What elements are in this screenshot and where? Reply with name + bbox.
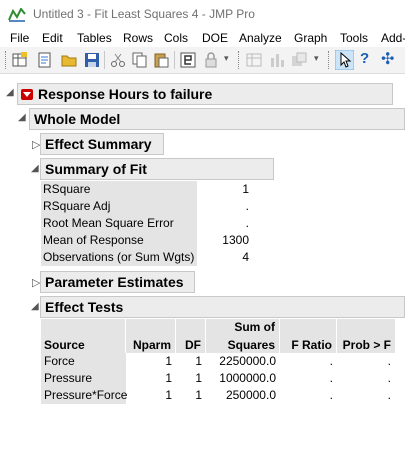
response-outline-header[interactable]: Response Hours to failure	[17, 83, 393, 105]
paste-icon[interactable]	[153, 52, 169, 68]
collapse-triangle-icon[interactable]: ◢	[6, 87, 14, 98]
table-cell-df: 1	[195, 354, 202, 368]
window-title: Untitled 3 - Fit Least Squares 4 - JMP P…	[33, 7, 255, 21]
collapse-triangle-icon[interactable]: ◢	[18, 112, 26, 123]
table-cell-ss: 1000000.0	[219, 371, 276, 385]
col-header-f-ratio: F Ratio	[280, 319, 337, 353]
collapse-triangle-icon[interactable]: ◢	[31, 163, 39, 174]
summary-of-fit-table: RSquare 1 RSquare Adj . Root Mean Square…	[41, 181, 261, 267]
bar-chart-icon[interactable]	[269, 52, 285, 68]
menu-bar: File Edit Tables Rows Cols DOE Analyze G…	[0, 30, 405, 47]
table-cell-fratio: .	[329, 371, 333, 385]
menu-analyze[interactable]: Analyze	[239, 31, 282, 45]
toolbar: ▾ ▾ ? ✣	[0, 47, 405, 74]
table-cell-ss: 2250000.0	[219, 354, 276, 368]
menu-file[interactable]: File	[10, 31, 29, 45]
fit-value-rsquare-adj: .	[245, 199, 249, 213]
toolbar-grip[interactable]	[5, 51, 8, 69]
table-row-source: Pressure*Force	[41, 387, 127, 404]
data-grid-icon[interactable]	[246, 52, 262, 68]
col-header-prob-f: Prob > F	[337, 319, 395, 353]
menu-rows[interactable]: Rows	[123, 31, 153, 45]
table-cell-df: 1	[195, 388, 202, 402]
col-header-sum-of-squares: Sum of Squares	[206, 319, 280, 353]
graph-builder-icon[interactable]	[291, 52, 307, 68]
lock-icon[interactable]	[203, 52, 219, 68]
effect-summary-title: Effect Summary	[45, 136, 152, 152]
whole-model-header[interactable]: Whole Model	[29, 108, 405, 130]
fit-label-mean-response: Mean of Response	[41, 232, 197, 249]
fit-value-rmse: .	[245, 216, 249, 230]
summary-of-fit-title: Summary of Fit	[45, 161, 147, 177]
title-bar: Untitled 3 - Fit Least Squares 4 - JMP P…	[0, 0, 405, 30]
menu-edit[interactable]: Edit	[42, 31, 63, 45]
summary-of-fit-header[interactable]: Summary of Fit	[40, 158, 274, 180]
toolbar-separator	[104, 51, 105, 69]
table-row-source: Pressure	[41, 370, 126, 387]
fit-value-rsquare: 1	[242, 182, 249, 196]
crosshair-icon[interactable]: ✣	[381, 49, 397, 68]
col-header-nparm: Nparm	[126, 319, 176, 353]
table-cell-fratio: .	[329, 354, 333, 368]
fit-label-rsquare: RSquare	[41, 181, 197, 198]
whole-model-title: Whole Model	[34, 111, 121, 127]
menu-add-ins[interactable]: Add-	[381, 31, 405, 45]
open-folder-icon[interactable]	[61, 52, 77, 68]
menu-doe[interactable]: DOE	[202, 31, 228, 45]
table-row-source: Force	[41, 353, 126, 370]
arrow-pointer-icon[interactable]	[335, 50, 354, 70]
table-cell-nparm: 1	[165, 354, 172, 368]
parameter-estimates-title: Parameter Estimates	[45, 274, 184, 290]
toolbar-grip[interactable]	[238, 51, 241, 69]
toolbar-grip[interactable]	[328, 51, 331, 69]
fit-value-mean-response: 1300	[222, 233, 249, 247]
new-script-icon[interactable]	[37, 52, 53, 68]
new-data-table-icon[interactable]	[12, 52, 28, 68]
effect-tests-table: Source Nparm DF Sum of Squares F Ratio P…	[41, 319, 395, 404]
table-cell-prob: .	[387, 388, 391, 402]
table-cell-df: 1	[195, 371, 202, 385]
copy-icon[interactable]	[132, 52, 148, 68]
col-header-df: DF	[176, 319, 206, 353]
fit-label-rmse: Root Mean Square Error	[41, 215, 197, 232]
table-cell-nparm: 1	[165, 371, 172, 385]
table-cell-prob: .	[387, 354, 391, 368]
response-title: Response Hours to failure	[38, 86, 213, 102]
cut-icon[interactable]	[110, 52, 126, 68]
help-icon[interactable]: ?	[360, 50, 376, 67]
table-cell-fratio: .	[329, 388, 333, 402]
effect-summary-header[interactable]: Effect Summary	[40, 133, 164, 155]
table-cell-prob: .	[387, 371, 391, 385]
fit-value-observations: 4	[242, 250, 249, 264]
save-icon[interactable]	[84, 52, 100, 68]
fit-label-rsquare-adj: RSquare Adj	[41, 198, 197, 215]
fit-label-observations: Observations (or Sum Wgts)	[41, 249, 197, 266]
collapse-triangle-icon[interactable]: ◢	[31, 301, 39, 312]
menu-graph[interactable]: Graph	[294, 31, 327, 45]
menu-tools[interactable]: Tools	[340, 31, 368, 45]
toolbar-separator	[174, 51, 175, 69]
col-header-source: Source	[41, 319, 126, 353]
red-triangle-menu-icon[interactable]	[21, 89, 33, 100]
table-cell-ss: 250000.0	[225, 388, 276, 402]
jmp-app-icon	[8, 8, 26, 22]
report-area: ◢ Response Hours to failure ◢ Whole Mode…	[0, 74, 405, 455]
script-editor-icon[interactable]	[180, 52, 196, 68]
parameter-estimates-header[interactable]: Parameter Estimates	[40, 271, 195, 293]
menu-cols[interactable]: Cols	[164, 31, 188, 45]
menu-tables[interactable]: Tables	[77, 31, 112, 45]
effect-tests-header[interactable]: Effect Tests	[40, 296, 405, 318]
table-cell-nparm: 1	[165, 388, 172, 402]
effect-tests-title: Effect Tests	[45, 299, 124, 315]
